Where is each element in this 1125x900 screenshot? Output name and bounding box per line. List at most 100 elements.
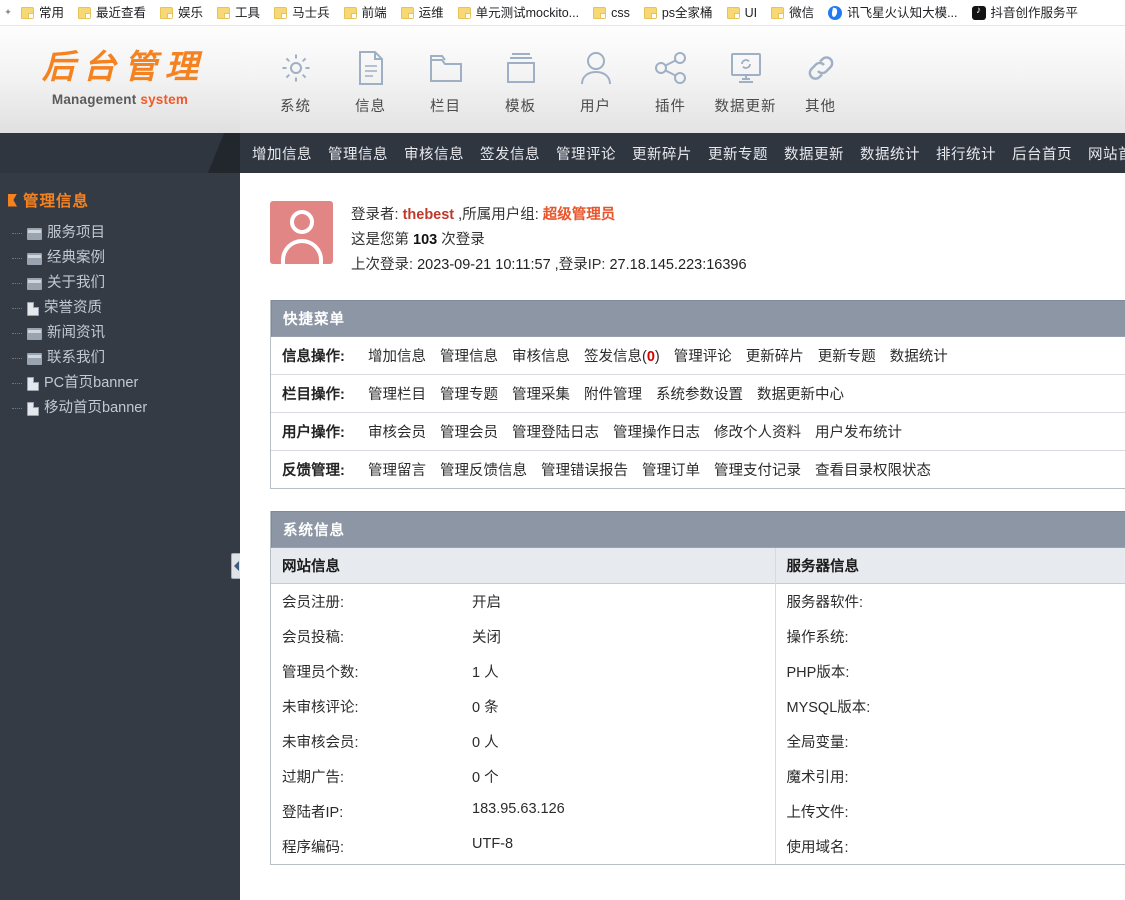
system-info-value: 1 人 [472, 665, 499, 681]
quick-menu-link[interactable]: 管理会员 [440, 421, 498, 442]
quick-menu-link[interactable]: 管理留言 [368, 459, 426, 480]
quick-menu-link[interactable]: 审核会员 [368, 421, 426, 442]
bookmark-overflow-icon[interactable]: ✦ [2, 6, 14, 20]
quick-menu-link[interactable]: 管理登陆日志 [512, 421, 599, 442]
monitor-refresh-icon [728, 48, 764, 88]
quick-menu-link[interactable]: 管理支付记录 [714, 459, 801, 480]
quick-menu-link[interactable]: 管理订单 [642, 459, 700, 480]
quick-menu-link[interactable]: 管理专题 [440, 383, 498, 404]
quick-menu-link[interactable]: 签发信息(0) [584, 345, 660, 366]
bookmark-item[interactable]: 运维 [394, 4, 451, 22]
topnav-item-用户[interactable]: 用户 [558, 48, 633, 116]
bookmark-label: 单元测试mockito... [475, 5, 580, 20]
sidebar-item-PC首页banner[interactable]: PC首页banner [0, 371, 240, 396]
sidebar-item-label: 荣誉资质 [44, 300, 102, 316]
sidebar-item-新闻资讯[interactable]: 新闻资讯 [0, 321, 240, 346]
quick-menu-link-suffix: ) [654, 349, 660, 365]
topnav-item-其他[interactable]: 其他 [783, 48, 858, 116]
bookmark-item[interactable]: 工具 [210, 4, 267, 22]
nav-link-数据更新[interactable]: 数据更新 [784, 143, 844, 164]
sidebar-item-联系我们[interactable]: 联系我们 [0, 346, 240, 371]
bookmark-item[interactable]: 娱乐 [153, 4, 210, 22]
nav-link-签发信息[interactable]: 签发信息 [480, 143, 540, 164]
topnav-item-栏目[interactable]: 栏目 [408, 48, 483, 116]
bookmark-item[interactable]: 常用 [14, 4, 71, 22]
group-label: ,所属用户组: [458, 207, 539, 223]
quick-menu-link[interactable]: 管理采集 [512, 383, 570, 404]
quick-menu-link[interactable]: 查看目录权限状态 [815, 459, 931, 480]
nav-link-审核信息[interactable]: 审核信息 [404, 143, 464, 164]
quick-menu-rows: 信息操作: 增加信息 管理信息 审核信息 签发信息(0) 管理评论 更新碎片 更新专题 数据统计… [271, 337, 1125, 488]
tree-dash [12, 383, 22, 384]
sidebar-item-服务项目[interactable]: 服务项目 [0, 221, 240, 246]
nav-link-后台首页[interactable]: 后台首页 [1012, 143, 1072, 164]
nav-link-管理评论[interactable]: 管理评论 [556, 143, 616, 164]
logo-block[interactable]: 后台管理 Management system [0, 26, 240, 133]
topnav-item-模板[interactable]: 模板 [483, 48, 558, 116]
quick-menu-link[interactable]: 附件管理 [584, 383, 642, 404]
bookmark-item[interactable]: 前端 [337, 4, 394, 22]
bookmark-item[interactable]: UI [720, 4, 765, 22]
nav-link-管理信息[interactable]: 管理信息 [328, 143, 388, 164]
quick-menu-link[interactable]: 管理信息 [440, 345, 498, 366]
system-info-row: 程序编码: UTF-8 [271, 829, 775, 864]
quick-menu-link[interactable]: 管理栏目 [368, 383, 426, 404]
nav-link-数据统计[interactable]: 数据统计 [860, 143, 920, 164]
main-content: 登录者: thebest ,所属用户组: 超级管理员 这是您第 103 次登录 … [240, 173, 1125, 900]
bookmark-item[interactable]: 马士兵 [267, 4, 337, 22]
quick-menu-link[interactable]: 更新碎片 [746, 345, 804, 366]
username-value: thebest [402, 207, 455, 223]
bookmark-item[interactable]: 单元测试mockito... [451, 4, 587, 22]
quick-menu-link[interactable]: 增加信息 [368, 345, 426, 366]
quick-menu-link[interactable]: 管理操作日志 [613, 421, 700, 442]
logo-en-gray: Management [51, 92, 141, 107]
quick-menu-link[interactable]: 用户发布统计 [815, 421, 902, 442]
quick-menu-link[interactable]: 管理错误报告 [541, 459, 628, 480]
topnav-item-数据更新[interactable]: 数据更新 [708, 48, 783, 116]
avatar-body-shape [280, 239, 323, 265]
system-info-row: 服务器软件: [776, 584, 1125, 619]
topnav-item-系统[interactable]: 系统 [258, 48, 333, 116]
sidebar-collapse-handle[interactable] [231, 553, 240, 579]
system-info-key: PHP版本: [786, 665, 850, 681]
nav-link-更新碎片[interactable]: 更新碎片 [632, 143, 692, 164]
topnav-item-信息[interactable]: 信息 [333, 48, 408, 116]
sidebar-title-label: 管理信息 [23, 193, 90, 210]
quick-menu-link[interactable]: 修改个人资料 [714, 421, 801, 442]
nav-link-更新专题[interactable]: 更新专题 [708, 143, 768, 164]
sidebar-item-关于我们[interactable]: 关于我们 [0, 271, 240, 296]
folder-icon [643, 6, 657, 19]
tree-dash [12, 258, 22, 259]
sidebar-item-经典案例[interactable]: 经典案例 [0, 246, 240, 271]
gear-icon [279, 48, 313, 88]
quick-menu-link[interactable]: 数据更新中心 [757, 383, 844, 404]
nav-link-增加信息[interactable]: 增加信息 [252, 143, 312, 164]
bookmark-item[interactable]: 抖音创作服务平 [965, 4, 1086, 22]
quick-menu-link[interactable]: 管理评论 [674, 345, 732, 366]
quick-menu-link[interactable]: 数据统计 [890, 345, 948, 366]
sidebar-item-label: 联系我们 [47, 350, 105, 366]
topnav-item-label: 模板 [505, 99, 536, 115]
bookmark-label: 前端 [361, 5, 387, 20]
douyin-icon [971, 5, 986, 20]
quick-menu-link[interactable]: 系统参数设置 [656, 383, 743, 404]
bookmark-label: 运维 [418, 5, 444, 20]
quick-menu-link[interactable]: 更新专题 [818, 345, 876, 366]
bookmark-item[interactable]: 讯飞星火认知大模... [821, 4, 964, 22]
bookmark-item[interactable]: ps全家桶 [637, 4, 720, 22]
sidebar-item-label: PC首页banner [44, 375, 139, 391]
sidebar-item-荣誉资质[interactable]: 荣誉资质 [0, 296, 240, 321]
topnav-item-插件[interactable]: 插件 [633, 48, 708, 116]
quick-menu-link[interactable]: 管理反馈信息 [440, 459, 527, 480]
sidebar-item-移动首页banner[interactable]: 移动首页banner [0, 396, 240, 421]
avatar[interactable] [270, 201, 333, 265]
user-line-3: 上次登录: 2023-09-21 10:11:57 ,登录IP: 27.18.1… [351, 255, 747, 276]
bookmark-item[interactable]: 微信 [764, 4, 821, 22]
bookmark-item[interactable]: css [586, 4, 637, 22]
quick-menu-link[interactable]: 审核信息 [512, 345, 570, 366]
nav-link-网站首[interactable]: 网站首 [1088, 143, 1125, 164]
quick-menu-row: 栏目操作: 管理栏目 管理专题 管理采集 附件管理 系统参数设置 数据更新中心 [271, 375, 1125, 413]
system-info-row: 管理员个数: 1 人 [271, 654, 775, 689]
nav-link-排行统计[interactable]: 排行统计 [936, 143, 996, 164]
bookmark-item[interactable]: 最近查看 [71, 4, 153, 22]
